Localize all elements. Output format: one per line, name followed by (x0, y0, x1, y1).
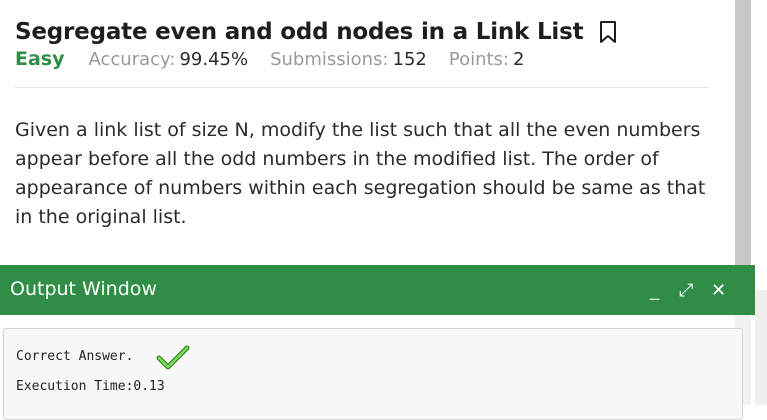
difficulty-badge: Easy (15, 48, 65, 70)
result-text: Correct Answer. (16, 349, 134, 364)
problem-title: Segregate even and odd nodes in a Link L… (15, 19, 584, 45)
submissions-label: Submissions: (270, 49, 389, 70)
points-label: Points: (448, 49, 509, 70)
output-window-header: Output Window _ ⤢ ✕ (0, 265, 755, 315)
page-scrollbar[interactable] (755, 290, 767, 405)
expand-icon[interactable]: ⤢ (679, 280, 693, 301)
header-divider (15, 87, 709, 88)
execution-time: Execution Time:0.13 (16, 379, 165, 394)
problem-description: Given a link list of size N, modify the … (15, 119, 706, 228)
points-value: 2 (513, 49, 525, 70)
output-window-title: Output Window (10, 278, 157, 300)
close-icon[interactable]: ✕ (711, 280, 726, 301)
minimize-icon[interactable]: _ (650, 280, 659, 301)
accuracy-value: 99.45% (179, 49, 249, 70)
bookmark-icon[interactable] (599, 20, 617, 44)
output-window-body: Correct Answer. Execution Time:0.13 (3, 328, 743, 420)
problem-meta: Easy Accuracy: 99.45% Submissions: 152 P… (15, 48, 524, 70)
submissions-value: 152 (392, 49, 427, 70)
problem-scrollbar-thumb[interactable] (735, 0, 751, 268)
checkmark-icon (156, 345, 190, 370)
problem-header: Segregate even and odd nodes in a Link L… (15, 14, 617, 50)
accuracy-label: Accuracy: (88, 49, 176, 70)
